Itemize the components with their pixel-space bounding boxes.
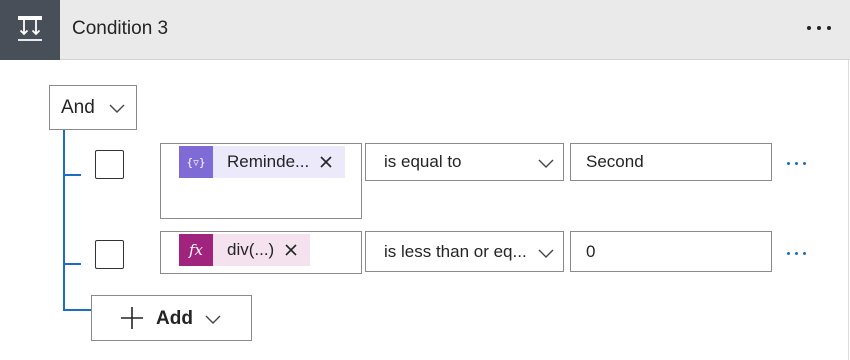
row-select-checkbox[interactable]: [95, 240, 124, 269]
left-operand-field[interactable]: {▿} Reminde...: [160, 143, 362, 219]
add-connector-line: [63, 309, 92, 311]
add-button-label: Add: [156, 308, 193, 329]
add-button[interactable]: Add: [91, 295, 252, 341]
chevron-down-icon: [108, 99, 126, 123]
remove-token-icon[interactable]: [309, 155, 345, 169]
row-more-options-icon[interactable]: [781, 153, 811, 173]
row-select-checkbox[interactable]: [95, 150, 124, 179]
dynamic-content-token[interactable]: {▿} Reminde...: [179, 146, 346, 178]
row-connector-line: [63, 174, 81, 176]
comparison-operator-dropdown[interactable]: is less than or eq...: [365, 231, 564, 272]
condition-icon: [0, 0, 60, 60]
condition-title: Condition 3: [72, 18, 169, 39]
comparison-operator-dropdown[interactable]: is equal to: [365, 143, 564, 181]
group-operator-label: And: [61, 96, 95, 118]
svg-text:fx: fx: [188, 241, 204, 259]
expression-token[interactable]: fx div(...): [179, 234, 311, 266]
group-connector-line: [63, 130, 65, 311]
right-operand-value: Second: [586, 152, 644, 171]
variable-icon: {▿}: [179, 146, 213, 178]
token-label: Reminde...: [227, 152, 310, 171]
group-operator-dropdown[interactable]: And: [49, 85, 137, 130]
token-label: div(...): [227, 240, 275, 259]
plus-icon: [120, 306, 144, 335]
comparison-operator-label: is less than or eq...: [384, 241, 527, 261]
remove-token-icon[interactable]: [274, 243, 310, 257]
row-more-options-icon[interactable]: [781, 243, 811, 263]
row-connector-line: [63, 263, 81, 265]
left-operand-field[interactable]: fx div(...): [160, 231, 362, 274]
more-horizontal-icon[interactable]: [802, 12, 836, 44]
right-operand-input[interactable]: Second: [570, 143, 772, 181]
chevron-down-icon: [204, 310, 222, 333]
right-operand-value: 0: [586, 241, 596, 261]
condition-header[interactable]: Condition 3: [0, 0, 850, 60]
card-right-border: [848, 60, 849, 360]
right-operand-input[interactable]: 0: [570, 231, 772, 272]
chevron-down-icon: [537, 154, 555, 177]
svg-text:{▿}: {▿}: [186, 156, 206, 169]
comparison-operator-label: is equal to: [384, 152, 462, 171]
fx-icon: fx: [179, 234, 213, 266]
chevron-down-icon: [537, 244, 555, 267]
